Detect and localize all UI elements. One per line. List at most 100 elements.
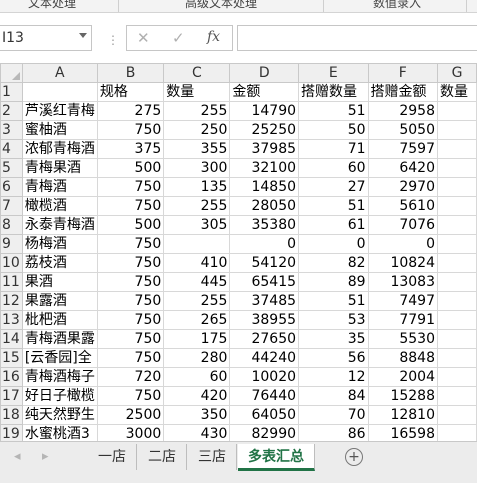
cell[interactable]: 荔枝酒 (21, 253, 98, 273)
cell[interactable]: 好日子橄榄 (21, 386, 98, 406)
cell[interactable] (437, 177, 477, 197)
cell[interactable]: 青梅酒梅子 (21, 367, 98, 387)
cell[interactable]: 果露酒 (21, 291, 98, 311)
cell[interactable]: 10020 (229, 367, 300, 387)
cell[interactable]: 280 (163, 348, 231, 368)
cell[interactable]: 7597 (367, 139, 439, 159)
cell[interactable] (437, 291, 477, 311)
cell[interactable]: 12 (298, 367, 369, 387)
cell[interactable]: 135 (163, 177, 231, 197)
cell[interactable]: 5530 (367, 329, 439, 349)
cell[interactable]: 8848 (367, 348, 439, 368)
cell[interactable]: 青梅酒 (21, 177, 98, 197)
cell[interactable] (437, 272, 477, 292)
sheet-tab-active[interactable]: 多表汇总 (238, 444, 315, 471)
cell[interactable]: [云香园]全 (21, 348, 98, 368)
cell[interactable] (437, 120, 477, 140)
chevron-down-icon[interactable] (79, 33, 87, 38)
column-header[interactable]: F (367, 63, 439, 83)
cell[interactable] (437, 215, 477, 235)
row-header[interactable]: 4 (0, 139, 23, 159)
row-header[interactable]: 3 (0, 120, 23, 140)
cell[interactable]: 420 (163, 386, 231, 406)
cell[interactable]: 蜜柚酒 (21, 120, 98, 140)
cell[interactable]: 芦溪红青梅 (21, 101, 98, 121)
cell[interactable]: 金额 (229, 82, 300, 102)
cell[interactable]: 35 (298, 329, 369, 349)
cell[interactable]: 750 (96, 329, 165, 349)
cell[interactable]: 750 (96, 234, 165, 254)
cell[interactable]: 27 (298, 177, 369, 197)
cell[interactable]: 38955 (229, 310, 300, 330)
cell[interactable]: 300 (163, 158, 231, 178)
cell[interactable]: 305 (163, 215, 231, 235)
cell[interactable]: 枇杷酒 (21, 310, 98, 330)
cell[interactable]: 255 (163, 291, 231, 311)
cell[interactable]: 13083 (367, 272, 439, 292)
cell[interactable] (21, 82, 98, 102)
cell[interactable]: 255 (163, 101, 231, 121)
cell[interactable]: 82990 (229, 424, 300, 441)
row-header[interactable]: 17 (0, 386, 23, 406)
cell[interactable] (437, 348, 477, 368)
cell[interactable]: 51 (298, 291, 369, 311)
cell[interactable]: 水蜜桃酒3 (21, 424, 98, 441)
cell[interactable]: 375 (96, 139, 165, 159)
row-header[interactable]: 10 (0, 253, 23, 273)
row-header[interactable]: 15 (0, 348, 23, 368)
cell[interactable]: 2970 (367, 177, 439, 197)
cell[interactable]: 6420 (367, 158, 439, 178)
cell[interactable]: 750 (96, 310, 165, 330)
cell[interactable]: 25250 (229, 120, 300, 140)
cell[interactable]: 82 (298, 253, 369, 273)
cell[interactable]: 0 (367, 234, 439, 254)
cell[interactable]: 37485 (229, 291, 300, 311)
sheet-tab-1[interactable]: 一店 (88, 444, 137, 470)
cell[interactable] (437, 367, 477, 387)
cell[interactable]: 数量 (437, 82, 477, 102)
row-header[interactable]: 11 (0, 272, 23, 292)
cell[interactable] (437, 386, 477, 406)
row-header[interactable]: 19 (0, 424, 23, 441)
formula-input[interactable] (237, 25, 477, 51)
cell[interactable] (437, 424, 477, 441)
cell[interactable] (437, 158, 477, 178)
cell[interactable]: 12810 (367, 405, 439, 425)
cell[interactable]: 89 (298, 272, 369, 292)
cell[interactable]: 32100 (229, 158, 300, 178)
cell[interactable]: 60 (163, 367, 231, 387)
row-header[interactable]: 14 (0, 329, 23, 349)
column-header[interactable]: B (96, 63, 165, 83)
cell[interactable]: 2500 (96, 405, 165, 425)
cell[interactable]: 青梅酒果露 (21, 329, 98, 349)
row-header[interactable]: 16 (0, 367, 23, 387)
cell[interactable]: 14850 (229, 177, 300, 197)
cell[interactable]: 175 (163, 329, 231, 349)
cell[interactable]: 64050 (229, 405, 300, 425)
cell[interactable]: 橄榄酒 (21, 196, 98, 216)
cell[interactable]: 265 (163, 310, 231, 330)
cell[interactable]: 51 (298, 101, 369, 121)
cell[interactable]: 65415 (229, 272, 300, 292)
cell[interactable]: 果酒 (21, 272, 98, 292)
cell[interactable]: 浓郁青梅酒 (21, 139, 98, 159)
row-header[interactable]: 18 (0, 405, 23, 425)
column-header[interactable]: G (437, 63, 477, 83)
cell[interactable]: 61 (298, 215, 369, 235)
column-header[interactable]: E (298, 63, 369, 83)
cell[interactable]: 275 (96, 101, 165, 121)
cell[interactable]: 7497 (367, 291, 439, 311)
cancel-icon[interactable]: ✕ (137, 29, 150, 47)
cell[interactable]: 750 (96, 253, 165, 273)
cell[interactable]: 5050 (367, 120, 439, 140)
cell[interactable]: 27650 (229, 329, 300, 349)
spreadsheet-grid[interactable]: ABCDEFG 1 规格 数量 金额 搭赠数量 搭赠金额 数量 2 芦溪红青梅 275 255 147… (0, 63, 477, 441)
cell[interactable]: 86 (298, 424, 369, 441)
add-sheet-icon[interactable]: + (345, 448, 363, 466)
cell[interactable]: 35380 (229, 215, 300, 235)
cell[interactable]: 数量 (163, 82, 231, 102)
cell[interactable]: 430 (163, 424, 231, 441)
cell[interactable]: 28050 (229, 196, 300, 216)
cell[interactable]: 7791 (367, 310, 439, 330)
cell[interactable]: 750 (96, 177, 165, 197)
